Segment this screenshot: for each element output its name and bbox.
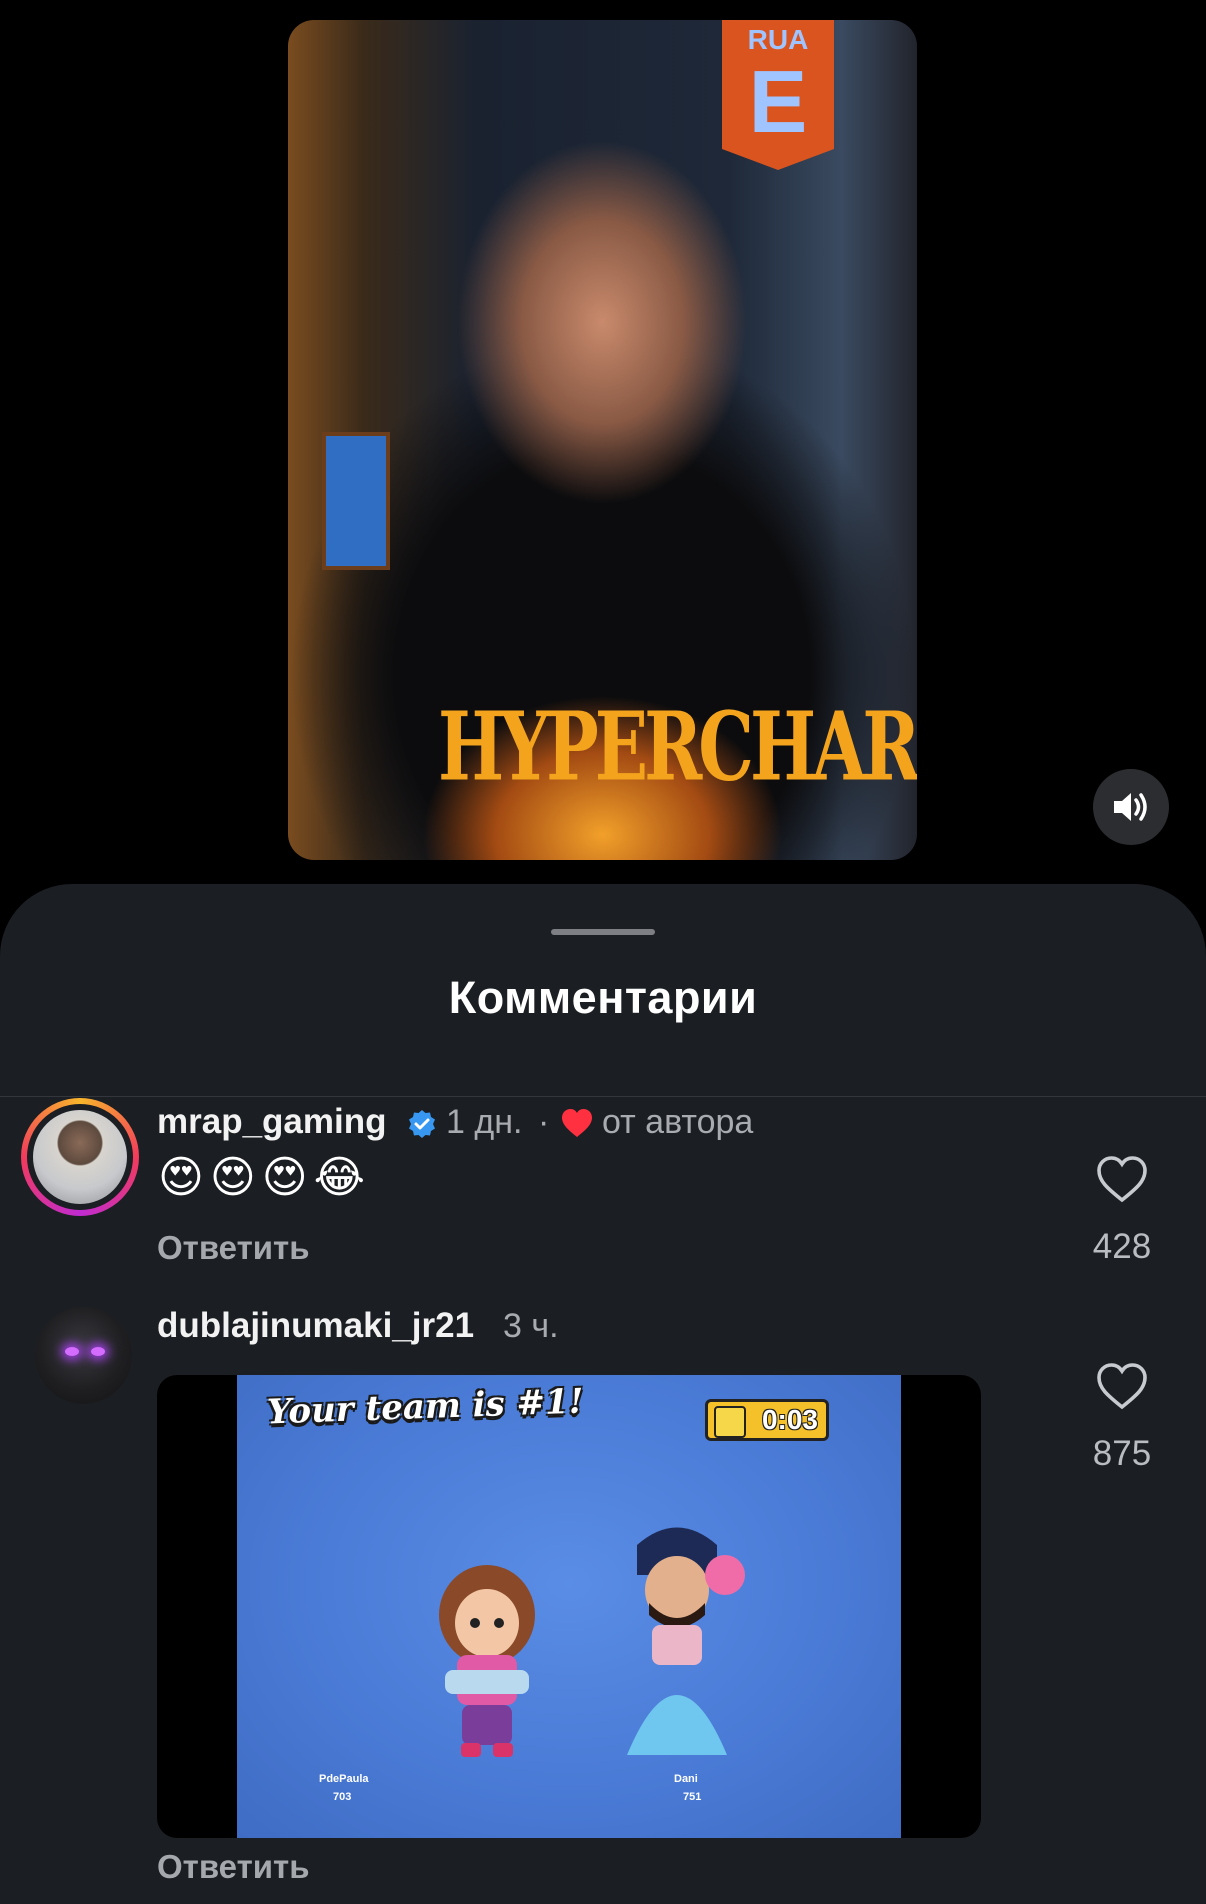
player-name-right: Dani xyxy=(674,1773,698,1785)
comment-media-image[interactable]: Your team is #1! 0:03 PdePaula 703 Dani … xyxy=(157,1375,981,1838)
speaker-icon xyxy=(1114,793,1147,821)
reply-button[interactable]: Ответить xyxy=(157,1848,310,1886)
player-name-left: PdePaula xyxy=(319,1773,369,1785)
comment-time: 3 ч. xyxy=(503,1307,559,1345)
like-count: 875 xyxy=(1092,1434,1152,1473)
sound-toggle-button[interactable] xyxy=(1093,769,1169,845)
meta-separator: · xyxy=(538,1103,550,1141)
game-screenshot: Your team is #1! 0:03 PdePaula 703 Dani … xyxy=(237,1375,901,1838)
reply-button[interactable]: Ответить xyxy=(157,1229,310,1267)
brawler-character-left xyxy=(439,1565,535,1757)
booth-sign xyxy=(322,432,390,570)
comment-text: 😍😍😍😂 xyxy=(158,1153,372,1202)
comment-username[interactable]: mrap_gaming xyxy=(157,1102,387,1142)
player-trophies-right: 751 xyxy=(683,1791,702,1803)
game-timer-text: 0:03 xyxy=(761,1404,818,1435)
comment-username[interactable]: dublajinumaki_jr21 xyxy=(157,1306,474,1346)
avatar xyxy=(33,1110,127,1204)
shirt-print-text: HYPERCHARGED xyxy=(438,690,917,803)
heart-outline-icon[interactable] xyxy=(1096,1155,1148,1203)
divider xyxy=(0,1096,1206,1097)
trophy-icon xyxy=(714,1406,746,1438)
comment-time: 1 дн. xyxy=(446,1103,523,1141)
video-player[interactable]: RUA E HYPERCHARGED xyxy=(288,20,917,860)
verified-badge-icon xyxy=(409,1110,435,1138)
game-timer: 0:03 xyxy=(705,1399,829,1441)
heart-filled-icon xyxy=(562,1109,592,1137)
game-headline: Your team is #1! xyxy=(266,1381,585,1433)
venue-banner: RUA E xyxy=(722,20,834,170)
sheet-grabber[interactable] xyxy=(551,929,655,935)
liked-by-author-label: от автора xyxy=(602,1103,754,1141)
heart-outline-icon[interactable] xyxy=(1096,1362,1148,1410)
brawler-character-right xyxy=(627,1527,745,1755)
avatar[interactable] xyxy=(35,1307,132,1404)
sheet-title: Комментарии xyxy=(448,972,758,1023)
player-trophies-left: 703 xyxy=(333,1791,352,1803)
like-count: 428 xyxy=(1092,1227,1152,1266)
banner-letter: E xyxy=(748,52,808,151)
avatar-with-story-ring[interactable] xyxy=(21,1098,139,1216)
